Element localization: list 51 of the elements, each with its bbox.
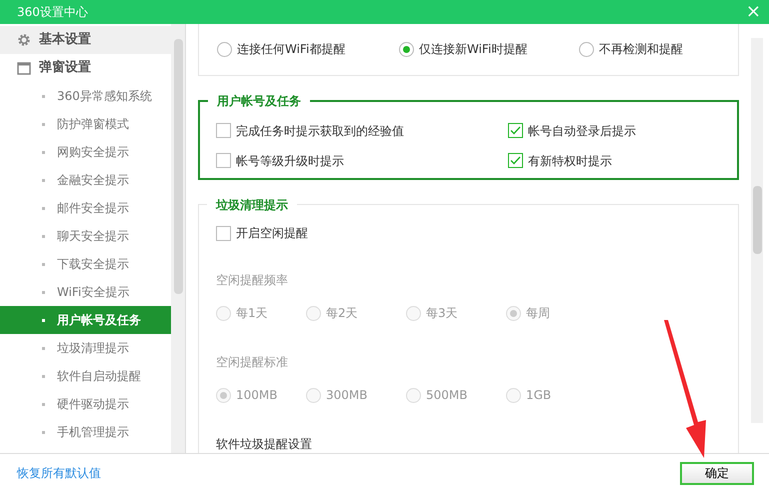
option-label: 帐号自动登录后提示	[528, 122, 636, 140]
option-label: 有新特权时提示	[528, 152, 612, 170]
checkbox[interactable]	[216, 153, 231, 168]
option-label: 500MB	[426, 387, 468, 404]
sidebar-item[interactable]: 邮件安全提示	[0, 194, 172, 222]
sidebar-item[interactable]: 软件自启动提醒	[0, 362, 172, 390]
section-title: 用户帐号及任务	[208, 92, 310, 110]
group-label: 空闲提醒频率	[216, 272, 289, 289]
sidebar-item[interactable]: 垃圾清理提示	[0, 334, 172, 362]
sidebar-item[interactable]: 360异常感知系统	[0, 82, 172, 110]
option-label: 每3天	[426, 305, 458, 322]
scrollbar-thumb[interactable]	[174, 39, 183, 294]
gear-icon	[17, 33, 31, 47]
sidebar-item[interactable]: 手机管理提示	[0, 418, 172, 446]
subsection-heading: 软件垃圾提醒设置	[216, 436, 313, 453]
sidebar-item[interactable]: 用户帐号及任务	[0, 306, 172, 334]
sidebar-section[interactable]: 弹窗设置	[0, 54, 172, 82]
sidebar-item[interactable]: WiFi安全提示	[0, 278, 172, 306]
option-label: 不再检测和提醒	[599, 41, 683, 58]
window-title: 360设置中心	[17, 4, 88, 21]
checkbox[interactable]	[508, 153, 523, 168]
ok-button[interactable]: 确定	[680, 462, 754, 484]
option-label: 每1天	[236, 305, 268, 322]
sidebar-item[interactable]: 聊天安全提示	[0, 222, 172, 250]
checkbox[interactable]	[216, 226, 231, 240]
window-icon	[17, 62, 31, 74]
option-label: 连接任何WiFi都提醒	[237, 41, 346, 58]
option-label: 每周	[526, 305, 550, 322]
radio-button[interactable]	[217, 42, 232, 57]
checkbox[interactable]	[508, 123, 523, 138]
sidebar-item[interactable]: 网购安全提示	[0, 138, 172, 166]
option-label: 开启空闲提醒	[236, 225, 308, 242]
sidebar-section[interactable]: 基本设置	[0, 26, 172, 54]
group-label: 空闲提醒标准	[216, 354, 289, 371]
section-title: 垃圾清理提示	[207, 196, 297, 214]
option-label: 1GB	[526, 387, 552, 404]
restore-defaults-link[interactable]: 恢复所有默认值	[17, 464, 101, 482]
option-label: 每2天	[326, 305, 358, 322]
option-label: 100MB	[236, 387, 278, 404]
sidebar-item[interactable]: 下载安全提示	[0, 250, 172, 278]
sidebar-item[interactable]: 硬件驱动提示	[0, 390, 172, 418]
radio-button[interactable]	[399, 42, 414, 57]
scrollbar-thumb[interactable]	[752, 186, 762, 254]
checkbox[interactable]	[216, 123, 231, 138]
option-label: 完成任务时提示获取到的经验值	[236, 122, 404, 140]
option-label: 帐号等级升级时提示	[236, 152, 344, 170]
sidebar-item[interactable]: 防护弹窗模式	[0, 110, 172, 138]
sidebar-item[interactable]: 金融安全提示	[0, 166, 172, 194]
radio-button[interactable]	[579, 42, 594, 57]
option-label: 仅连接新WiFi时提醒	[419, 41, 528, 58]
option-label: 300MB	[326, 387, 368, 404]
